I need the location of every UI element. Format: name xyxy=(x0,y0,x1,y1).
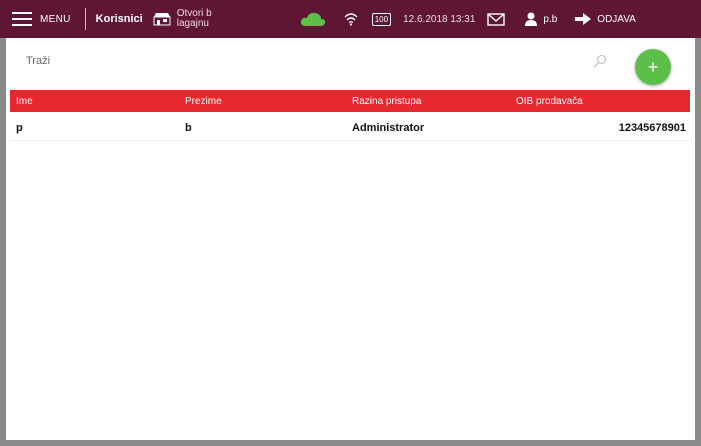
cloud-sync-icon xyxy=(300,12,325,26)
top-bar: MENU Korisnici Otvori b lagajnu 100 12.6… xyxy=(0,0,701,38)
column-header-ime[interactable]: Ime xyxy=(16,96,33,107)
menu-label: MENU xyxy=(40,13,71,25)
arrow-right-icon xyxy=(575,13,592,25)
add-user-button[interactable]: + xyxy=(635,49,671,85)
column-header-razina-pristupa[interactable]: Razina pristupa xyxy=(352,96,421,107)
datetime: 12.6.2018 13:31 xyxy=(403,13,476,25)
cell-oib: 12345678901 xyxy=(618,122,686,134)
search-bar xyxy=(16,46,616,76)
user-icon xyxy=(525,12,538,26)
divider xyxy=(84,8,86,30)
cell-prezime: b xyxy=(185,122,192,134)
column-header-prezime[interactable]: Prezime xyxy=(185,96,222,107)
table-row[interactable]: p b Administrator 12345678901 xyxy=(10,118,690,141)
table-header: Ime Prezime Razina pristupa OIB prodavač… xyxy=(10,90,690,112)
cell-razina-pristupa: Administrator xyxy=(352,122,425,134)
search-input[interactable] xyxy=(16,54,568,68)
user-name[interactable]: p.b xyxy=(543,14,557,25)
menu-button[interactable]: MENU xyxy=(0,0,71,38)
store-icon xyxy=(153,13,171,26)
logout-button[interactable]: ODJAVA xyxy=(575,13,636,25)
section-title: Korisnici xyxy=(95,13,143,25)
hamburger-icon xyxy=(12,12,32,26)
search-icon[interactable] xyxy=(593,54,607,68)
logout-label: ODJAVA xyxy=(597,13,636,25)
plus-icon: + xyxy=(647,56,659,77)
open-register-label[interactable]: Otvori b lagajnu xyxy=(177,9,233,29)
column-header-oib[interactable]: OIB prodavača xyxy=(516,96,583,107)
battery-indicator: 100 xyxy=(371,12,392,26)
wifi-icon xyxy=(344,13,358,26)
mail-icon[interactable] xyxy=(487,12,506,26)
cell-ime: p xyxy=(16,122,23,134)
